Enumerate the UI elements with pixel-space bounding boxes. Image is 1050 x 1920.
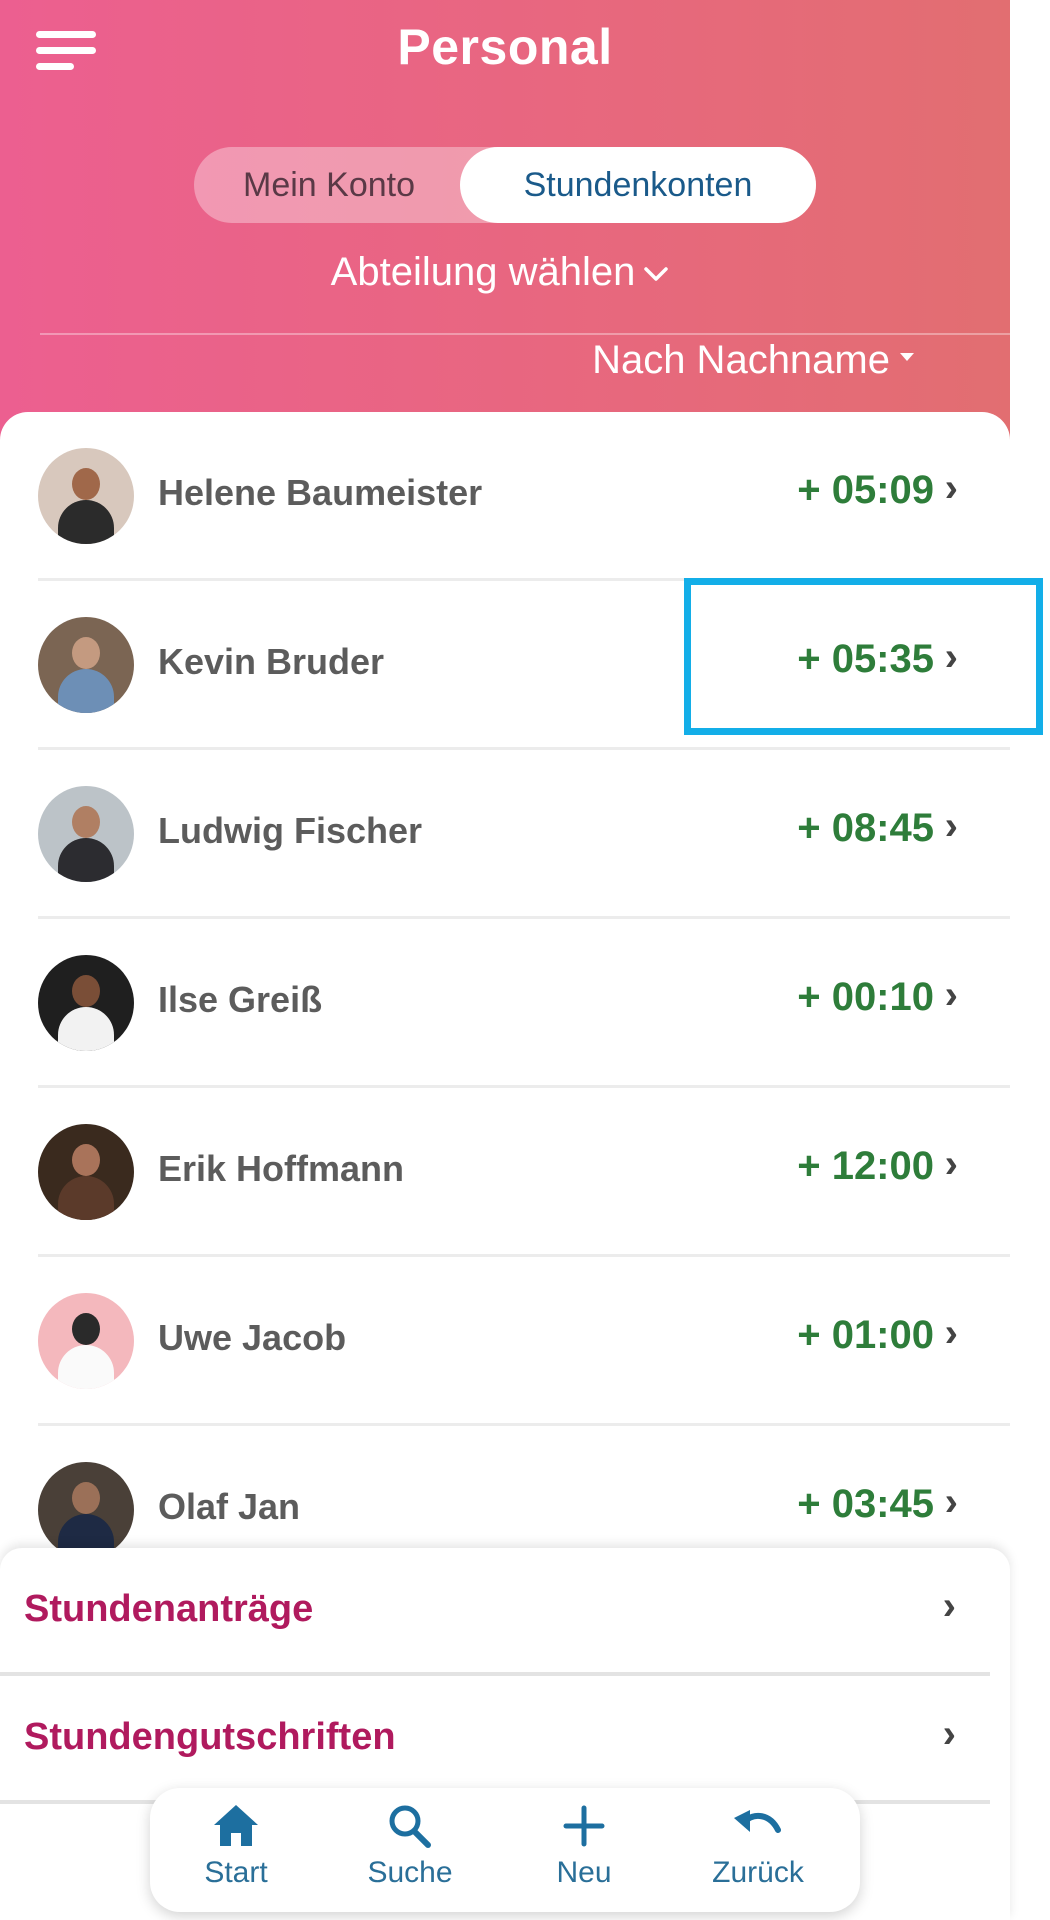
page-title: Personal	[397, 19, 613, 75]
segmented-control: Mein Konto Stundenkonten	[194, 147, 816, 223]
list-item[interactable]: Ludwig Fischer + 08:45 ›	[0, 750, 1010, 919]
chevron-right-icon: ›	[944, 1142, 958, 1186]
balance-value: + 00:10	[797, 975, 934, 1019]
list-item[interactable]: Ilse Greiß + 00:10 ›	[0, 919, 1010, 1088]
avatar	[38, 786, 134, 882]
balance-value: + 12:00	[797, 1144, 934, 1188]
nav-label: Suche	[367, 1856, 453, 1889]
list-item[interactable]: Helene Baumeister + 05:09 ›	[0, 412, 1010, 581]
employee-name: Ludwig Fischer	[158, 810, 423, 851]
balance-value: + 05:09	[797, 468, 934, 512]
chevron-right-icon: ›	[944, 804, 958, 848]
header-divider	[40, 333, 1010, 335]
employee-name: Erik Hoffmann	[158, 1148, 405, 1189]
avatar	[38, 448, 134, 544]
avatar	[38, 1293, 134, 1389]
chevron-right-icon: ›	[944, 973, 958, 1017]
bottom-nav: Start Suche Neu Zurück	[150, 1788, 860, 1912]
chevron-right-icon: ›	[944, 635, 958, 679]
plus-icon	[514, 1802, 654, 1854]
list-item[interactable]: Kevin Bruder + 05:35 ›	[0, 581, 1010, 750]
nav-start[interactable]: Start	[166, 1802, 306, 1902]
chevron-right-icon: ›	[944, 466, 958, 510]
sheet-item-label: Stundenanträge	[24, 1588, 314, 1630]
sort-selector[interactable]: Nach Nachname	[592, 338, 914, 383]
nav-suche[interactable]: Suche	[340, 1802, 480, 1902]
chevron-right-icon: ›	[944, 1480, 958, 1524]
search-icon	[340, 1802, 480, 1854]
department-selector[interactable]: Abteilung wählen	[0, 250, 1000, 295]
chevron-right-icon: ›	[942, 1584, 956, 1628]
nav-neu[interactable]: Neu	[514, 1802, 654, 1902]
tab-mein-konto[interactable]: Mein Konto	[194, 147, 464, 223]
employee-list: Helene Baumeister + 05:09 › Kevin Bruder…	[0, 412, 1010, 1592]
caret-down-icon	[900, 345, 914, 366]
sort-label: Nach Nachname	[592, 338, 890, 382]
stundenantraege-item[interactable]: Stundenanträge ›	[0, 1548, 990, 1676]
chevron-down-icon	[643, 257, 669, 291]
balance-value: + 03:45	[797, 1482, 934, 1526]
list-item[interactable]: Uwe Jacob + 01:00 ›	[0, 1257, 1010, 1426]
sheet-item-label: Stundengutschriften	[24, 1716, 396, 1758]
balance-value: + 05:35	[797, 637, 934, 681]
nav-label: Neu	[556, 1856, 612, 1889]
employee-name: Uwe Jacob	[158, 1317, 347, 1358]
avatar	[38, 617, 134, 713]
nav-label: Zurück	[712, 1856, 804, 1889]
balance-value: + 08:45	[797, 806, 934, 850]
department-label: Abteilung wählen	[330, 250, 636, 294]
home-icon	[166, 1802, 306, 1854]
avatar	[38, 1124, 134, 1220]
employee-name: Helene Baumeister	[158, 472, 483, 513]
nav-label: Start	[204, 1856, 268, 1889]
header: Personal Mein Konto Stundenkonten Abteil…	[0, 0, 1010, 450]
balance-value: + 01:00	[797, 1313, 934, 1357]
app-screen: Personal Mein Konto Stundenkonten Abteil…	[0, 0, 1050, 1920]
avatar	[38, 955, 134, 1051]
nav-zurueck[interactable]: Zurück	[688, 1802, 828, 1902]
employee-name: Olaf Jan	[158, 1486, 301, 1527]
undo-icon	[688, 1802, 828, 1854]
list-item[interactable]: Erik Hoffmann + 12:00 ›	[0, 1088, 1010, 1257]
stundengutschriften-item[interactable]: Stundengutschriften ›	[0, 1676, 990, 1804]
chevron-right-icon: ›	[944, 1311, 958, 1355]
chevron-right-icon: ›	[942, 1712, 956, 1756]
employee-name: Kevin Bruder	[158, 641, 385, 682]
employee-name: Ilse Greiß	[158, 979, 323, 1020]
avatar	[38, 1462, 134, 1558]
tab-stundenkonten[interactable]: Stundenkonten	[460, 147, 816, 223]
